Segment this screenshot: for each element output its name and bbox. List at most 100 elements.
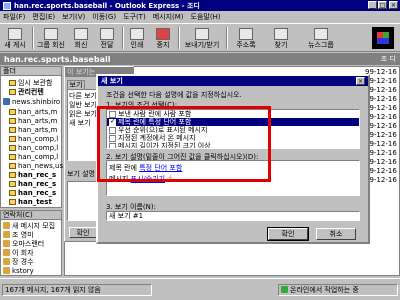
address-book-icon [239,27,253,40]
reply-group-icon [44,27,58,40]
new-view-close-button[interactable]: × [356,77,365,85]
newsgroup-icon [9,135,16,142]
window-title: han.rec.sports.baseball - Outlook Expres… [14,1,200,10]
toolbar-separator [178,27,180,49]
status-bar: 167개 메시지, 167개 읽지 않음 온라인에서 작업하는 중 [0,278,400,300]
newsgroup-icon [9,171,16,178]
folder-pane: 폴더 임시 보관함 관리컨텐 news.shinbiro han_arts,m … [0,66,63,208]
new-view-title: 새 보기 [101,77,123,85]
contact-icon [3,231,10,238]
newsgroup-icon [9,117,16,124]
contact-icon [3,258,10,265]
forward-icon [100,27,114,40]
folder-icon [9,88,16,95]
contact-item[interactable]: 새 메시지 모집 [3,221,55,230]
contacts-pane: 연락처(C) 새 메시지 모집 조 영미 오마스랜터 이 회자 장 경수 kst… [0,210,62,276]
stop-button[interactable]: 중지 [152,24,174,52]
banner-title: han.rec.sports.baseball [4,54,111,64]
contact-icon [3,249,10,256]
views-ok-button[interactable]: 확인 [69,227,97,238]
print-button[interactable]: 인쇄 [126,24,148,52]
newsgroup-item[interactable]: han_rec_s [9,170,56,179]
newsgroup-item[interactable]: han_comp,l [9,143,58,152]
contact-icon [3,222,10,229]
folder-banner: han.rec.sports.baseball 조 디 [0,53,400,65]
minimize-button[interactable]: _ [368,1,377,9]
views-tab[interactable]: 보기 [67,80,85,89]
news-server-icon [3,98,10,105]
contact-item[interactable]: 장 경수 [3,257,34,266]
cancel-button[interactable]: 취소 [316,228,356,240]
stop-icon [156,27,170,40]
contact-item[interactable]: kstory [3,266,34,275]
send-receive-button[interactable]: 보내기/받기 [182,24,222,52]
contact-item[interactable]: 조 영미 [3,230,34,239]
new-post-icon [8,27,22,40]
newsgroup-item[interactable]: han_comp,l [9,152,58,161]
menu-help[interactable]: 도움말(H) [191,12,221,22]
print-icon [130,27,144,40]
newsgroup-item[interactable]: han_arts,m [9,125,57,134]
dialog-intro: 조건을 선택한 다음 설명에 값을 지정하십시오. [106,91,242,99]
windows-logo-icon [372,27,394,49]
ok-button[interactable]: 확인 [267,227,309,241]
newsgroup-item[interactable]: han_arts,m [9,107,57,116]
status-message-count: 167개 메시지, 167개 읽지 않음 [2,283,152,296]
outlook-app-icon [3,1,11,10]
menu-tools[interactable]: 도구(T) [123,12,146,22]
reply-icon [74,27,88,40]
newsgroup-icon [9,162,16,169]
newsgroup-item[interactable]: han_comp,l [9,134,58,143]
highlight-box [97,106,271,182]
folder-item-manage[interactable]: 관리컨텐 [9,87,44,96]
maximize-button[interactable]: □ [378,1,387,9]
new-view-title-bar[interactable]: 새 보기 × [98,76,368,86]
newsgroup-item[interactable]: han_arts,m [9,116,57,125]
newsgroup-item[interactable]: han_news,us [9,161,63,170]
contact-item[interactable]: 오마스랜터 [3,239,44,248]
status-online: 온라인에서 작업하는 중 [278,283,398,296]
send-receive-icon [195,27,209,40]
menu-go[interactable]: 이동(G) [92,12,116,22]
newsgroup-icon [9,153,16,160]
banner-user: 조 디 [380,55,396,63]
folder-icon [9,79,16,86]
toolbar-separator [32,27,34,49]
newsgroup-icon [9,180,16,187]
newsgroup-icon [9,189,16,196]
menu-file[interactable]: 파일(F) [3,12,25,22]
new-post-button[interactable]: 새 게시 [2,24,28,52]
menu-message[interactable]: 메시지(M) [153,12,184,22]
reply-group-button[interactable]: 그룹 회신 [36,24,66,52]
forward-button[interactable]: 전달 [96,24,118,52]
find-icon [274,27,288,40]
newsgroups-button[interactable]: 뉴스그룹 [304,24,338,52]
menu-view[interactable]: 보기(V) [62,12,85,22]
online-icon [281,286,288,293]
contact-icon [3,240,10,247]
toolbar-separator [122,27,124,49]
newsgroup-icon [9,198,16,205]
find-button[interactable]: 찾기 [270,24,292,52]
toolbar-separator [226,27,228,49]
newsgroup-item[interactable]: han_test [9,197,52,206]
close-button[interactable]: × [389,1,398,9]
contacts-header[interactable]: 연락처(C) [1,211,61,220]
toolbar: 새 게시 그룹 회신 회신 전달 인쇄 중지 보내기/받기 주소록 찾기 뉴스그… [0,23,400,52]
view-name-input[interactable]: 새 보기 #1 [106,211,360,221]
folder-item-drafts[interactable]: 임시 보관함 [9,78,52,87]
newsgroup-item[interactable]: han_rec_s [9,188,56,197]
menu-edit[interactable]: 편집(E) [32,12,55,22]
window-title-bar[interactable]: han.rec.sports.baseball - Outlook Expres… [0,0,400,11]
reply-button[interactable]: 회신 [70,24,92,52]
newsgroups-icon [314,27,328,40]
menu-bar: 파일(F) 편집(E) 보기(V) 이동(G) 도구(T) 메시지(M) 도움말… [0,11,400,22]
newsgroup-icon [9,108,16,115]
newsgroup-item[interactable]: han_rec_s [9,179,56,188]
contact-icon [3,267,10,274]
news-server-item[interactable]: news.shinbiro [3,97,60,106]
addresses-button[interactable]: 주소록 [232,24,260,52]
contact-item[interactable]: 이 회자 [3,248,34,257]
newsgroup-icon [9,126,16,133]
newsgroup-icon [9,144,16,151]
